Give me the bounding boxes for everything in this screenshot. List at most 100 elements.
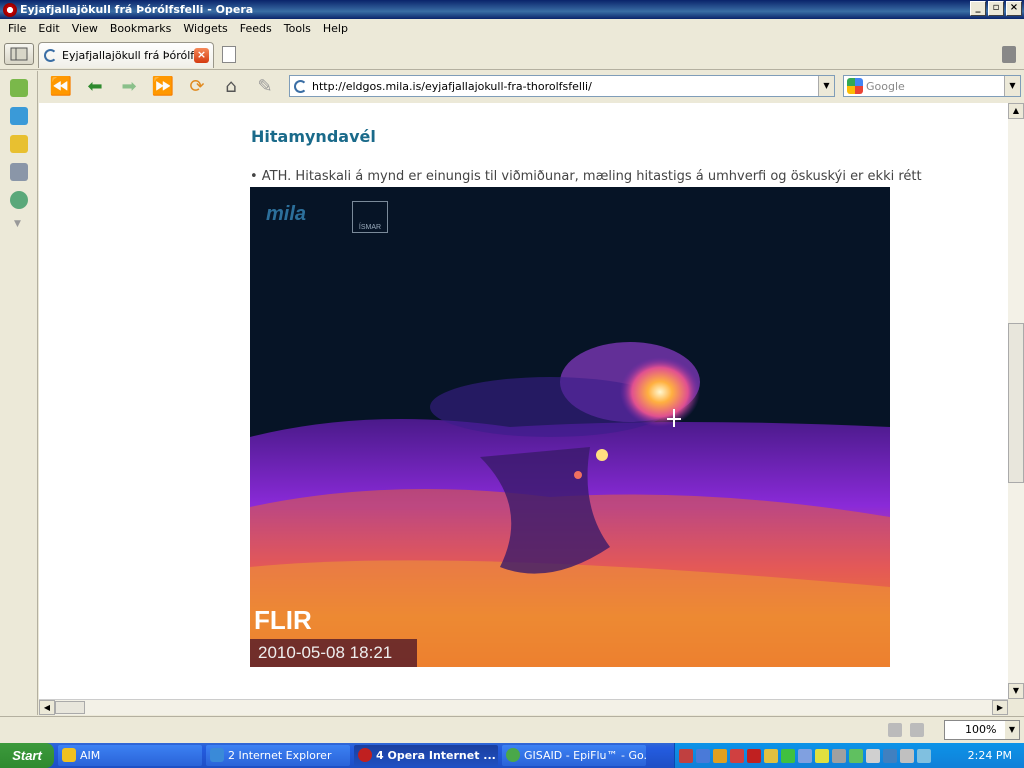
tray-icon[interactable]: [696, 748, 710, 763]
title-bar: Eyjafjallajökull frá Þórólfsfelli - Oper…: [0, 0, 1024, 19]
menu-bar: File Edit View Bookmarks Widgets Feeds T…: [0, 19, 1024, 38]
tray-icon[interactable]: [798, 748, 812, 763]
tray-icon[interactable]: [747, 748, 761, 763]
zoom-dropdown-icon[interactable]: ▼: [1005, 721, 1019, 739]
search-field[interactable]: Google ▼: [843, 75, 1021, 97]
transfers-panel-icon[interactable]: [10, 163, 28, 181]
taskbar-internet-explorer[interactable]: 2 Internet Explorer: [206, 745, 350, 766]
page-heading: Hitamyndavél: [251, 127, 376, 146]
restore-button[interactable]: ▫: [988, 1, 1004, 16]
system-tray: 2:24 PM: [674, 743, 1024, 768]
trash-icon[interactable]: [1002, 46, 1016, 63]
page-loading-icon: [44, 49, 57, 62]
volume-icon[interactable]: [900, 748, 914, 763]
start-button[interactable]: Start: [0, 743, 54, 768]
address-field[interactable]: http://eldgos.mila.is/eyjafjallajokull-f…: [289, 75, 835, 97]
status-bar: 100% ▼: [0, 716, 1024, 743]
menu-file[interactable]: File: [2, 22, 32, 35]
opera-logo-icon: [3, 2, 17, 17]
tray-icon[interactable]: [849, 748, 863, 763]
tray-icon[interactable]: [832, 748, 846, 763]
menu-feeds[interactable]: Feeds: [234, 22, 278, 35]
scroll-up-icon[interactable]: ▲: [1008, 103, 1024, 119]
rewind-icon[interactable]: ⏪: [46, 74, 76, 100]
tray-icon[interactable]: [866, 748, 880, 763]
menu-view[interactable]: View: [66, 22, 104, 35]
aim-icon: [62, 748, 76, 762]
back-icon[interactable]: ⬅: [80, 74, 110, 100]
taskbar-gisaid-label: GISAID - EpiFlu™ - Go...: [524, 749, 646, 762]
menu-bookmarks[interactable]: Bookmarks: [104, 22, 177, 35]
edit-icon[interactable]: ✎: [250, 74, 280, 100]
home-icon[interactable]: ⌂: [216, 74, 246, 100]
ie-icon: [210, 748, 224, 762]
horizontal-scrollbar[interactable]: ◀ ▶: [39, 699, 1008, 715]
page-icon: [294, 79, 307, 93]
minimize-button[interactable]: _: [970, 1, 986, 16]
page-content: Hitamyndavél • ATH. Hitaskali á mynd er …: [39, 103, 1008, 699]
tab-label: Eyjafjallajökull frá Þórólf...: [62, 49, 204, 62]
thermal-image: mila ÍSMAR FLIR 2010-05-08 18:21: [250, 187, 890, 667]
search-dropdown-icon[interactable]: ▼: [1004, 76, 1020, 96]
zoom-control[interactable]: 100% ▼: [944, 720, 1020, 740]
thermal-scene: [250, 187, 890, 667]
taskbar-aim[interactable]: AIM: [58, 745, 202, 766]
page-note: • ATH. Hitaskali á mynd er einungis til …: [250, 169, 922, 184]
menu-edit[interactable]: Edit: [32, 22, 65, 35]
taskbar-gisaid[interactable]: GISAID - EpiFlu™ - Go...: [502, 745, 646, 766]
side-panel: ▼: [0, 71, 38, 715]
horizontal-scroll-thumb[interactable]: [55, 701, 85, 714]
page-info-icon[interactable]: [888, 723, 902, 737]
bookmarks-panel-icon[interactable]: [10, 79, 28, 97]
tray-icon[interactable]: [764, 748, 778, 763]
tab-bar: Eyjafjallajökull frá Þórólf... ×: [0, 38, 1024, 70]
scroll-right-icon[interactable]: ▶: [992, 700, 1008, 715]
search-placeholder: Google: [866, 79, 905, 93]
tray-icon[interactable]: [781, 748, 795, 763]
panel-more-icon[interactable]: ▼: [14, 219, 37, 229]
tray-clock: 2:24 PM: [967, 749, 1012, 762]
vertical-scroll-thumb[interactable]: [1008, 323, 1024, 483]
panel-toggle-button[interactable]: [4, 43, 34, 65]
tray-icon[interactable]: [679, 748, 693, 763]
scroll-down-icon[interactable]: ▼: [1008, 683, 1024, 699]
navigation-bar: ⏪ ⬅ ➡ ⏩ ⟳ ⌂ ✎ http://eldgos.mila.is/eyja…: [38, 71, 1024, 102]
network-icon[interactable]: [917, 748, 931, 763]
taskbar-ie-label: 2 Internet Explorer: [228, 749, 332, 762]
ismar-logo: ÍSMAR: [352, 201, 388, 233]
address-dropdown-icon[interactable]: ▼: [818, 76, 834, 96]
tray-icon[interactable]: [815, 748, 829, 763]
opera-icon: [358, 748, 372, 762]
taskbar-aim-label: AIM: [80, 749, 101, 762]
tab-eyjafjallajokull[interactable]: Eyjafjallajökull frá Þórólf... ×: [38, 42, 214, 68]
notes-panel-icon[interactable]: [10, 135, 28, 153]
image-timestamp: 2010-05-08 18:21: [250, 639, 417, 667]
tray-icon[interactable]: [713, 748, 727, 763]
tray-icon[interactable]: [883, 748, 897, 763]
taskbar: Start AIM 2 Internet Explorer 4 Opera In…: [0, 743, 1024, 768]
new-tab-icon[interactable]: [222, 46, 236, 63]
taskbar-opera-label: 4 Opera Internet ...: [376, 749, 496, 762]
google-icon[interactable]: [847, 78, 863, 94]
reload-icon[interactable]: ⟳: [182, 74, 212, 100]
tray-icon[interactable]: [730, 748, 744, 763]
panel-icon: [10, 47, 28, 61]
history-panel-icon[interactable]: [10, 191, 28, 209]
image-toggle-icon[interactable]: [910, 723, 924, 737]
zoom-value: 100%: [965, 723, 997, 736]
menu-widgets[interactable]: Widgets: [177, 22, 233, 35]
close-button[interactable]: ×: [1006, 1, 1022, 16]
widgets-panel-icon[interactable]: [10, 107, 28, 125]
address-url: http://eldgos.mila.is/eyjafjallajokull-f…: [312, 79, 592, 93]
scroll-left-icon[interactable]: ◀: [39, 700, 55, 715]
tab-close-icon[interactable]: ×: [194, 48, 209, 63]
chrome-icon: [506, 748, 520, 762]
flir-logo: FLIR: [254, 605, 312, 635]
vertical-scrollbar[interactable]: ▲ ▼: [1008, 103, 1024, 699]
taskbar-opera[interactable]: 4 Opera Internet ...: [354, 745, 498, 766]
menu-tools[interactable]: Tools: [278, 22, 317, 35]
fast-forward-icon[interactable]: ⏩: [148, 74, 178, 100]
menu-help[interactable]: Help: [317, 22, 354, 35]
mila-logo: mila: [266, 203, 307, 225]
forward-icon[interactable]: ➡: [114, 74, 144, 100]
